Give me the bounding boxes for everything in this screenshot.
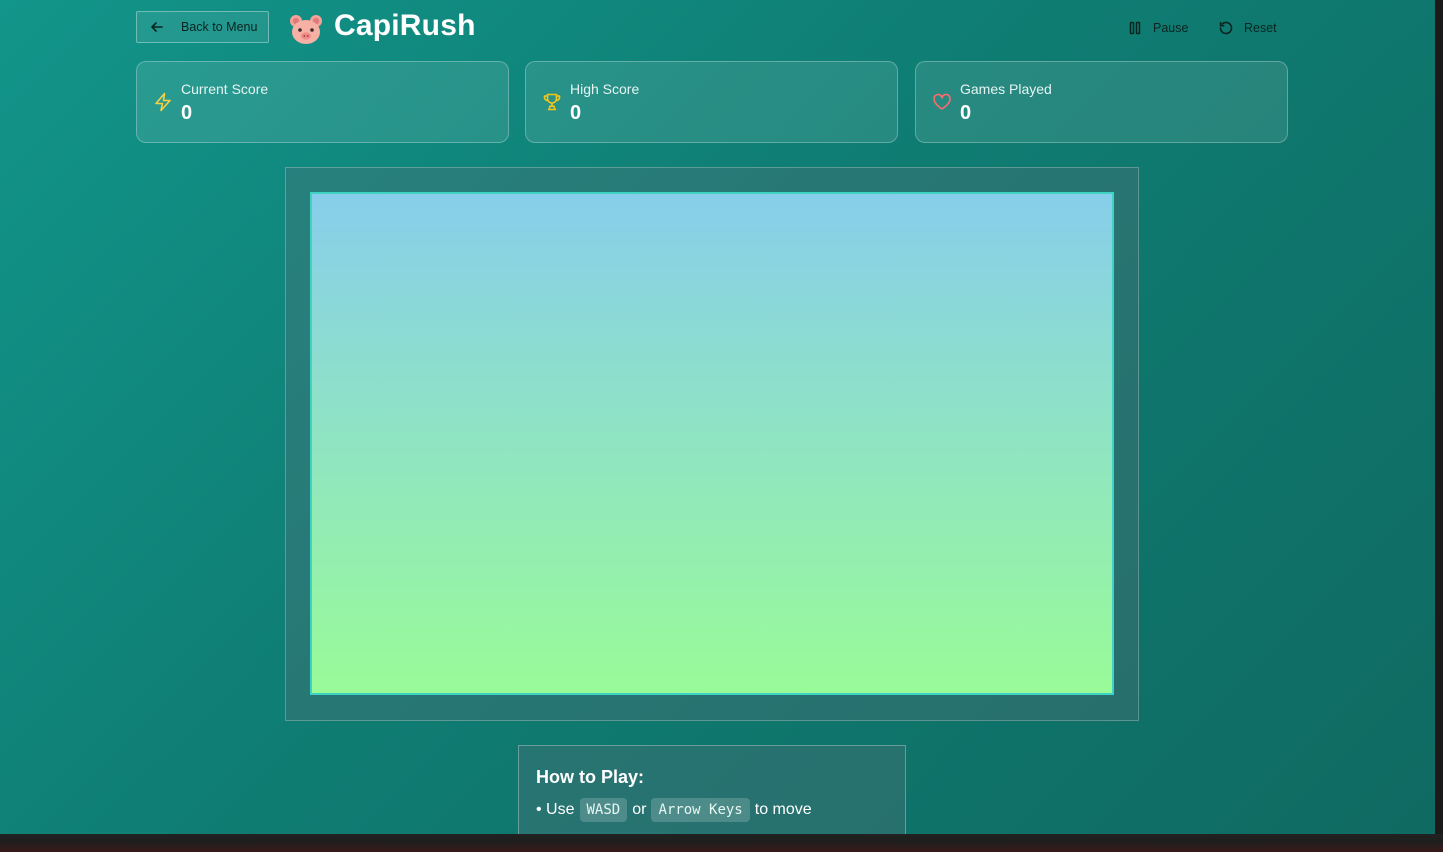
reset-label: Reset <box>1244 21 1277 35</box>
how-to-play-instruction: • Use WASD or Arrow Keys to move <box>536 798 812 822</box>
games-played-card: Games Played 0 <box>915 61 1288 143</box>
game-canvas[interactable] <box>310 192 1114 695</box>
wasd-key-badge: WASD <box>579 798 628 822</box>
game-window: Back to Menu CapiRush Pause Reset Curren <box>0 0 1435 834</box>
high-score-value: 0 <box>570 102 582 124</box>
rotate-ccw-icon <box>1219 21 1233 35</box>
lightning-icon <box>155 92 171 112</box>
instruction-prefix: • Use <box>536 801 575 818</box>
window-frame-bottom <box>0 834 1443 852</box>
games-played-value: 0 <box>960 102 972 124</box>
instruction-or: or <box>632 801 647 818</box>
pause-icon <box>1129 21 1141 35</box>
high-score-label: High Score <box>570 81 640 97</box>
games-played-label: Games Played <box>960 81 1052 97</box>
how-to-play-title: How to Play: <box>536 767 645 787</box>
instruction-suffix: to move <box>754 801 812 818</box>
trophy-icon <box>543 93 561 111</box>
current-score-label: Current Score <box>181 81 269 97</box>
heart-icon <box>933 93 951 110</box>
capybara-logo-icon <box>290 15 322 44</box>
window-frame-right <box>1435 0 1443 852</box>
pause-button[interactable]: Pause <box>1127 15 1188 41</box>
app-title: CapiRush <box>334 9 476 42</box>
reset-button[interactable]: Reset <box>1218 15 1277 41</box>
pause-label: Pause <box>1153 21 1189 35</box>
current-score-card: Current Score 0 <box>136 61 509 143</box>
how-to-play-panel: How to Play: • Use WASD or Arrow Keys to… <box>518 745 906 834</box>
arrow-left-icon <box>151 22 163 32</box>
current-score-value: 0 <box>181 102 193 124</box>
arrow-keys-badge: Arrow Keys <box>651 798 750 822</box>
back-to-menu-button[interactable]: Back to Menu <box>136 11 269 43</box>
back-to-menu-label: Back to Menu <box>181 20 258 34</box>
high-score-card: High Score 0 <box>525 61 898 143</box>
